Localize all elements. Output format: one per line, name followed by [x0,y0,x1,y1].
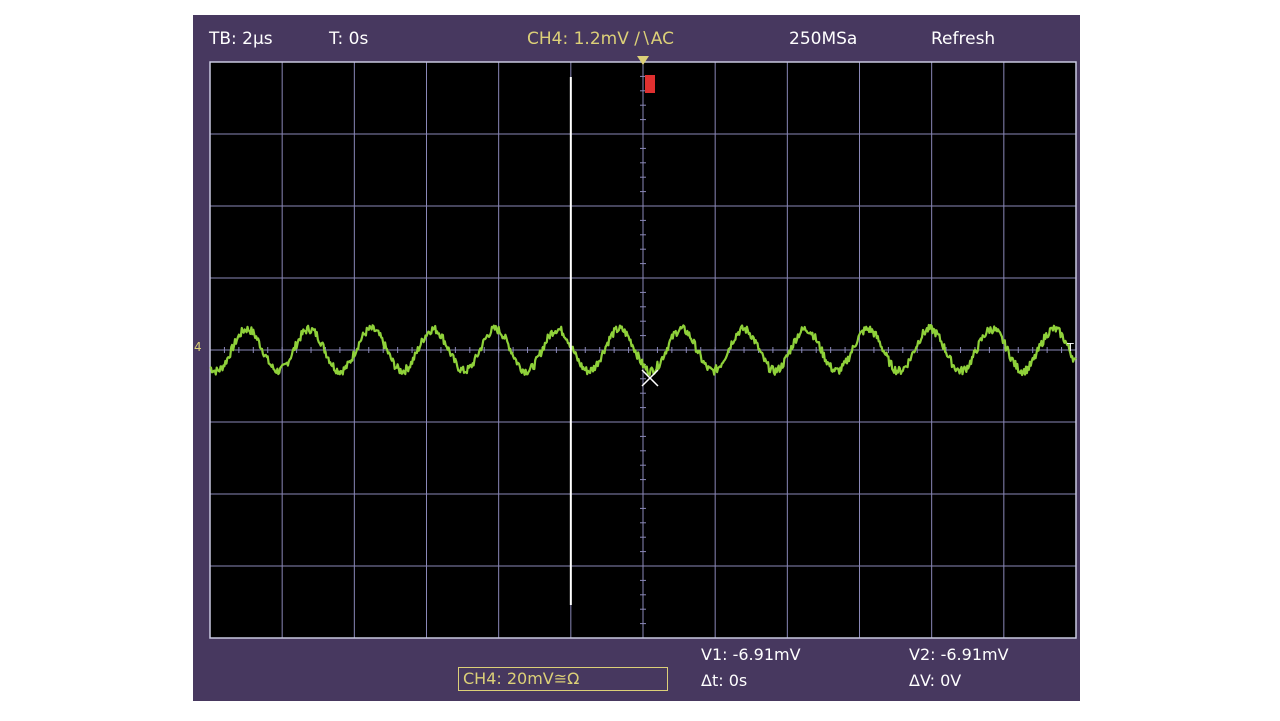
trigger-point-marker: T [1066,341,1074,354]
channel-ground-marker: 4 [194,340,202,354]
channel-scale-box[interactable]: CH4: 20mV≅Ω [458,667,668,691]
delta-t-readout: Δt: 0s [701,671,748,690]
oscilloscope-display: TB: 2µs T: 0s CH4: 1.2mV ∕∖AC 250MSa Ref… [193,15,1080,701]
waveform-screen: 4 T [194,56,1077,639]
cursor-v2-readout: V2: -6.91mV [909,645,1009,664]
cursor-v1-readout: V1: -6.91mV [701,645,801,664]
trigger-level-marker [645,75,655,93]
delta-v-readout: ΔV: 0V [909,671,962,690]
